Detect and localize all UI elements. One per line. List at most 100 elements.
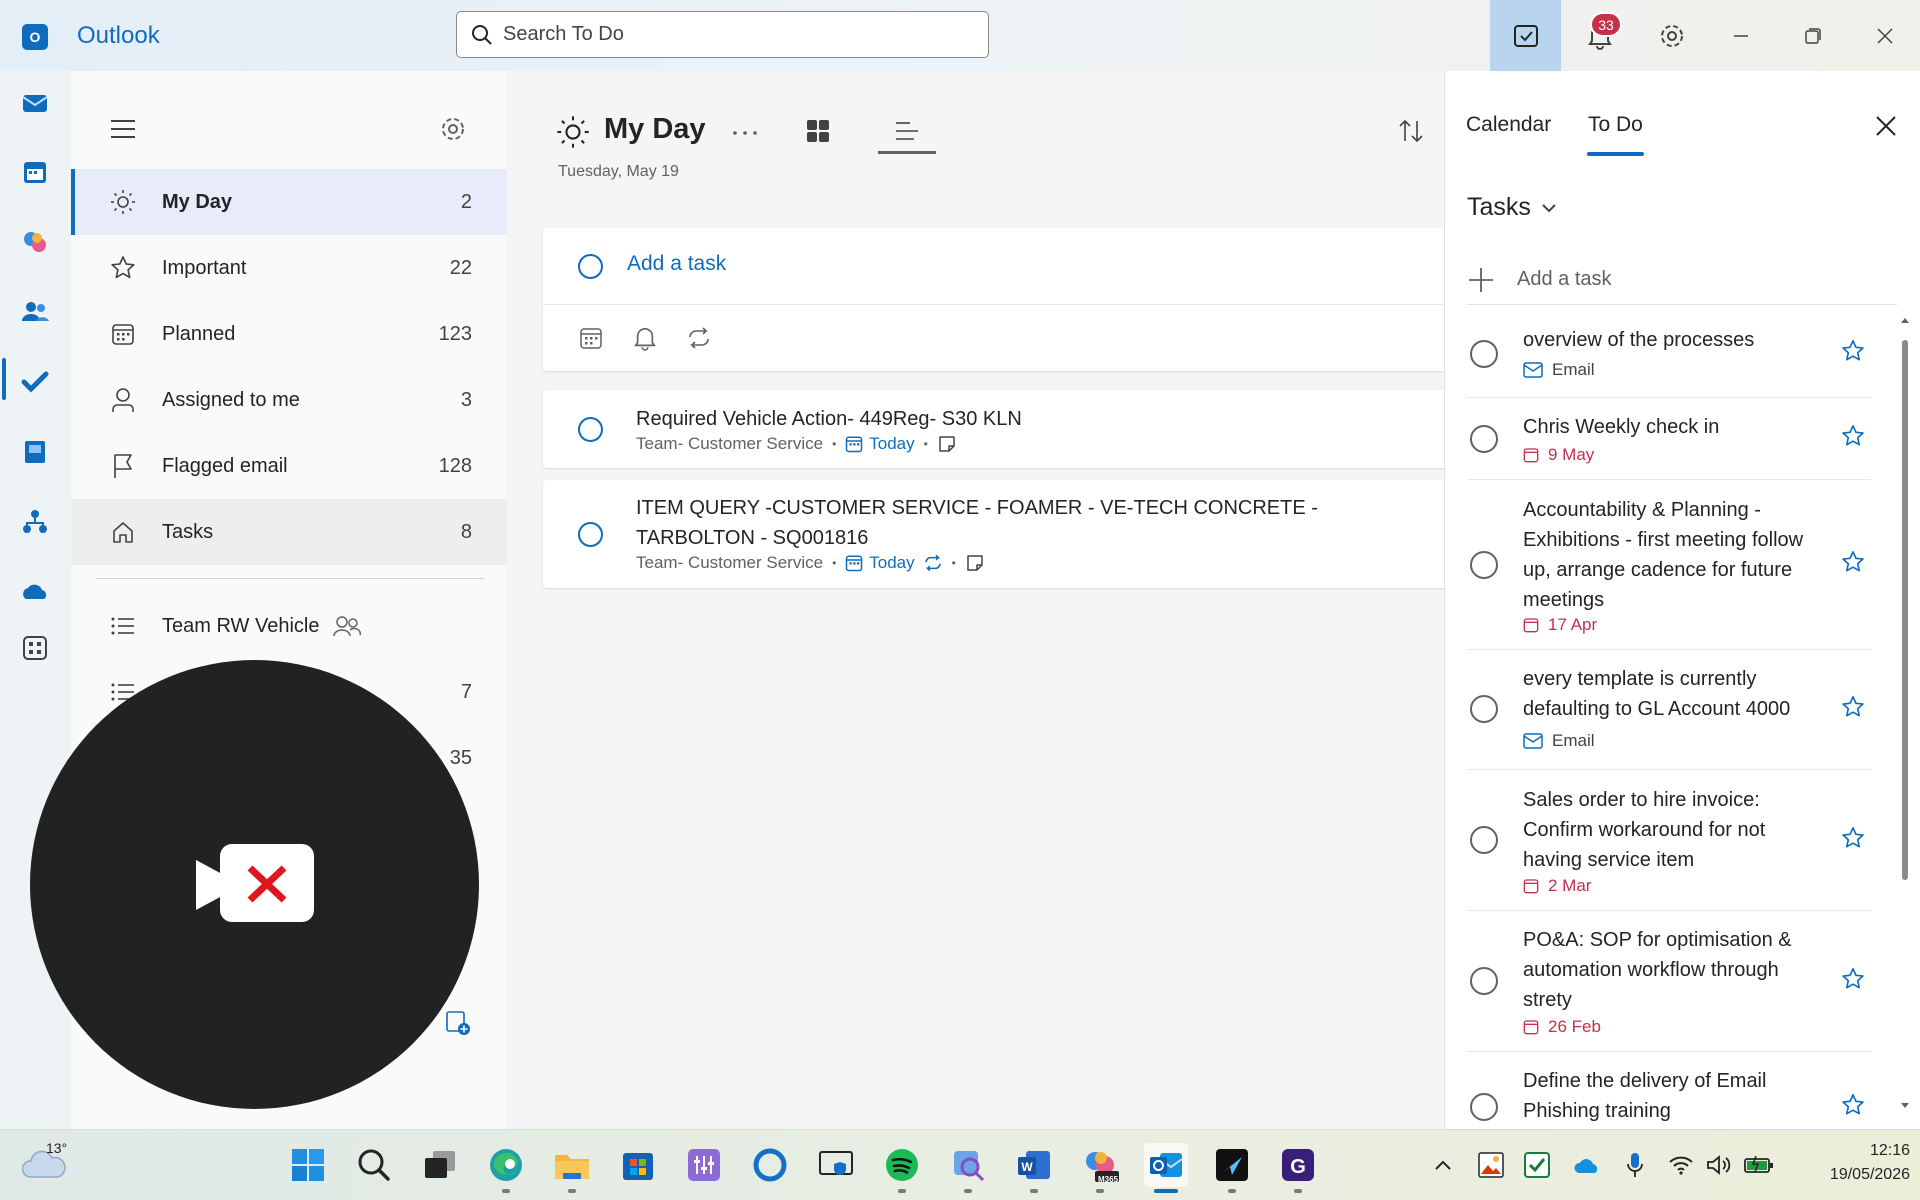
nav-item-important[interactable]: Important 22 [71, 235, 507, 301]
tray-wifi[interactable] [1666, 1150, 1696, 1180]
scroll-up-arrow-icon[interactable] [1900, 316, 1910, 326]
complete-task-checkbox[interactable] [1470, 967, 1498, 995]
task-view-button[interactable] [418, 1143, 462, 1187]
tab-calendar[interactable]: Calendar [1466, 113, 1551, 137]
repeat-button[interactable] [685, 324, 713, 352]
g-app-taskbar-app[interactable]: G [1276, 1143, 1320, 1187]
side-task-item[interactable]: Accountability & Planning - Exhibitions … [1467, 480, 1871, 650]
side-task-item[interactable]: Chris Weekly check in 9 May [1467, 398, 1871, 480]
tray-microphone[interactable] [1620, 1150, 1650, 1180]
spotify-taskbar-app[interactable] [880, 1143, 924, 1187]
sun-icon [556, 115, 590, 149]
start-button[interactable] [286, 1143, 330, 1187]
side-task-item[interactable]: Define the delivery of Email Phishing tr… [1467, 1052, 1871, 1129]
add-due-date-button[interactable] [577, 324, 605, 352]
cortana-taskbar-app[interactable] [748, 1143, 792, 1187]
org-chart-app-icon[interactable] [20, 507, 50, 537]
people-app-icon[interactable] [20, 297, 50, 327]
m365-taskbar-app[interactable]: M365 [1078, 1143, 1122, 1187]
search-input[interactable] [503, 23, 943, 46]
bookings-app-icon[interactable] [20, 437, 50, 467]
new-group-button[interactable] [443, 1008, 473, 1038]
nav-settings-button[interactable] [436, 112, 470, 146]
calendar-icon [579, 326, 603, 350]
side-add-task-input[interactable] [1517, 268, 1877, 291]
task-list-selector[interactable]: Tasks [1467, 193, 1557, 222]
close-window-button[interactable] [1860, 14, 1910, 58]
onedrive-app-icon[interactable] [20, 577, 50, 607]
tray-onedrive[interactable] [1572, 1150, 1602, 1180]
complete-task-checkbox[interactable] [1470, 1093, 1498, 1121]
nav-list-team-rw-vehicle[interactable]: Team RW Vehicle [71, 593, 507, 659]
complete-task-checkbox[interactable] [1470, 551, 1498, 579]
nav-item-assigned-to-me[interactable]: Assigned to me 3 [71, 367, 507, 433]
nav-item-tasks[interactable]: Tasks 8 [71, 499, 507, 565]
mark-important-button[interactable] [1839, 337, 1867, 365]
security-taskbar-app[interactable] [814, 1143, 858, 1187]
task-item[interactable]: Required Vehicle Action- 449Reg- S30 KLN… [543, 390, 1444, 468]
complete-task-checkbox[interactable] [578, 417, 603, 442]
complete-task-checkbox[interactable] [1470, 826, 1498, 854]
tray-volume[interactable] [1704, 1150, 1734, 1180]
todo-pane-toggle-button[interactable] [1490, 0, 1561, 71]
tray-checklist-app[interactable] [1522, 1150, 1552, 1180]
kite-taskbar-app[interactable] [1210, 1143, 1254, 1187]
calendar-app-icon[interactable] [20, 157, 50, 187]
side-task-meta: 17 Apr [1523, 615, 1597, 635]
collapse-nav-button[interactable] [106, 112, 140, 146]
mark-important-button[interactable] [1839, 693, 1867, 721]
mail-app-icon[interactable] [20, 87, 50, 117]
list-view-button[interactable] [878, 110, 936, 154]
mark-important-button[interactable] [1839, 1091, 1867, 1119]
mark-important-button[interactable] [1839, 548, 1867, 576]
clock-time[interactable]: 12:16 [1840, 1142, 1910, 1160]
side-task-item[interactable]: Sales order to hire invoice: Confirm wor… [1467, 770, 1871, 911]
settings-button[interactable] [1650, 14, 1694, 58]
side-task-item[interactable]: every template is currently defaulting t… [1467, 650, 1871, 770]
outlook-taskbar-app[interactable] [1144, 1143, 1188, 1187]
copilot-app-icon[interactable] [20, 227, 50, 257]
list-options-button[interactable] [730, 118, 760, 148]
search-box[interactable] [456, 11, 989, 58]
minimize-button[interactable] [1716, 14, 1766, 58]
mark-important-button[interactable] [1839, 824, 1867, 852]
nav-item-planned[interactable]: Planned 123 [71, 301, 507, 367]
equalizer-taskbar-app[interactable] [682, 1143, 726, 1187]
word-taskbar-app[interactable]: W [1012, 1143, 1056, 1187]
close-icon [1876, 27, 1894, 45]
side-pane-scrollbar[interactable] [1902, 340, 1908, 880]
sort-button[interactable] [1394, 114, 1428, 148]
show-hidden-icons-button[interactable] [1428, 1150, 1458, 1180]
grid-view-button[interactable] [801, 114, 835, 148]
store-taskbar-app[interactable] [616, 1143, 660, 1187]
complete-task-checkbox[interactable] [578, 522, 603, 547]
task-item[interactable]: ITEM QUERY -CUSTOMER SERVICE - FOAMER - … [543, 480, 1444, 588]
scroll-down-arrow-icon[interactable] [1900, 1100, 1910, 1110]
tray-photos-app[interactable] [1476, 1150, 1506, 1180]
search-app-taskbar-app[interactable] [946, 1143, 990, 1187]
side-task-item[interactable]: overview of the processes Email [1467, 310, 1871, 398]
mark-important-button[interactable] [1839, 965, 1867, 993]
tray-battery[interactable] [1744, 1150, 1774, 1180]
complete-task-checkbox[interactable] [1470, 695, 1498, 723]
add-task-input[interactable] [627, 252, 1327, 276]
clock-date[interactable]: 19/05/2026 [1810, 1166, 1910, 1184]
todo-app-icon[interactable] [20, 367, 50, 397]
checklist-icon [1524, 1152, 1550, 1178]
side-task-item[interactable]: PO&A: SOP for optimisation & automation … [1467, 911, 1871, 1052]
nav-item-flagged-email[interactable]: Flagged email 128 [71, 433, 507, 499]
add-task-row[interactable] [543, 228, 1444, 305]
taskbar-search-button[interactable] [352, 1143, 396, 1187]
tab-todo[interactable]: To Do [1588, 113, 1643, 137]
mark-important-button[interactable] [1839, 422, 1867, 450]
remind-me-button[interactable] [631, 324, 659, 352]
edge-taskbar-app[interactable] [484, 1143, 528, 1187]
side-add-task-row[interactable] [1467, 255, 1897, 305]
complete-task-checkbox[interactable] [1470, 425, 1498, 453]
nav-item-my-day[interactable]: My Day 2 [71, 169, 507, 235]
close-pane-button[interactable] [1870, 110, 1902, 142]
restore-button[interactable] [1788, 14, 1838, 58]
more-apps-icon[interactable] [20, 633, 50, 663]
file-explorer-taskbar-app[interactable] [550, 1143, 594, 1187]
complete-task-checkbox[interactable] [1470, 340, 1498, 368]
